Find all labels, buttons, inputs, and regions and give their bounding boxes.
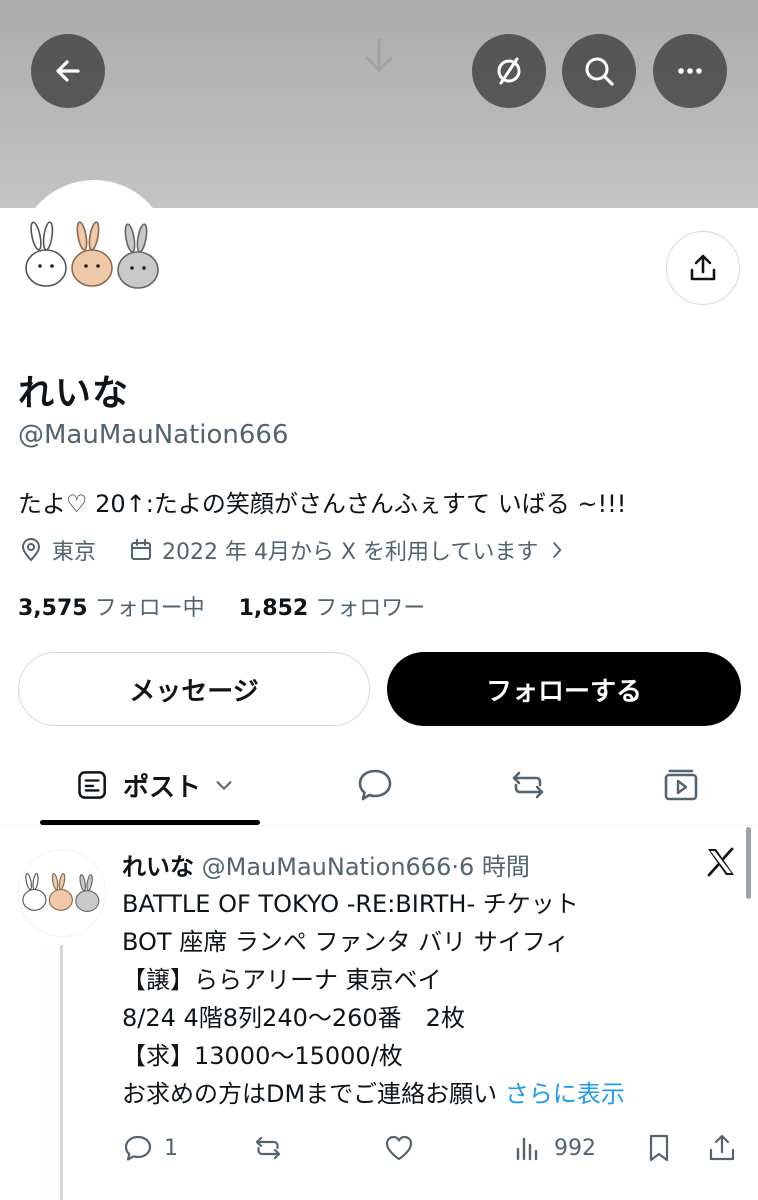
posts-tab-icon (78, 771, 106, 799)
video-media-icon (664, 769, 698, 801)
profile-bio: たよ♡ 20↑:たよの笑顔がさんさんふぇすて いばる ~!!! (18, 490, 627, 518)
following-label: フォロー中 (94, 596, 205, 621)
search-icon (585, 57, 614, 86)
views-button[interactable]: 992 (512, 1123, 596, 1173)
post-line: BATTLE OF TOKYO -RE:BIRTH- チケット (122, 890, 579, 918)
post-line: 【求】13000〜15000/枚 (122, 1042, 403, 1070)
post-header: れいな @MauMauNation666·6 時間 (122, 847, 530, 882)
location-pin-icon (21, 538, 41, 562)
post-author-name[interactable]: れいな (122, 853, 194, 881)
bookmark-icon (649, 1134, 669, 1162)
analytics-icon (516, 1137, 538, 1161)
post-line: BOT 座席 ランペ ファンタ バリ サイフィ (122, 928, 570, 956)
profile-meta: 東京 2022 年 4月から X を利用しています (18, 534, 568, 566)
tab-posts-label: ポスト (122, 772, 201, 803)
post-line: お求めの方はDMまでご連絡お願い (122, 1080, 498, 1108)
tab-replies[interactable] (345, 746, 405, 824)
profile-avatar[interactable] (18, 180, 170, 332)
post-card[interactable]: れいな @MauMauNation666·6 時間 BATTLE OF TOKY… (0, 827, 758, 1200)
more-horizontal-icon (678, 68, 702, 74)
profile-banner (0, 0, 758, 208)
mute-button[interactable] (472, 34, 546, 108)
tab-media[interactable] (651, 746, 711, 824)
x-logo-icon (707, 847, 734, 877)
post-line: 8/24 4階8列240〜260番 2枚 (122, 1004, 465, 1032)
following-link[interactable]: 3,575 フォロー中 (18, 596, 205, 621)
active-tab-indicator (40, 820, 260, 825)
post-author-handle[interactable]: @MauMauNation666 (202, 853, 452, 881)
profile-display-name: れいな (18, 373, 130, 414)
bookmark-button[interactable] (643, 1123, 675, 1173)
reply-button[interactable]: 1 (122, 1123, 178, 1173)
profile-handle: @MauMauNation666 (18, 420, 289, 450)
search-button[interactable] (562, 34, 636, 108)
chevron-right-icon[interactable] (548, 540, 568, 560)
slashed-circle-icon (497, 57, 521, 85)
scrollbar[interactable] (746, 827, 751, 899)
share-icon (709, 1134, 735, 1161)
show-more-link[interactable]: さらに表示 (505, 1080, 625, 1108)
post-author-avatar[interactable] (18, 849, 106, 937)
post-line: 【譲】ららアリーナ 東京ベイ (122, 966, 442, 994)
reply-icon (124, 1135, 152, 1161)
profile-location: 東京 (52, 540, 97, 565)
bunnies-avatar-image (22, 872, 100, 912)
follow-counts: 3,575 フォロー中 1,852 フォロワー (18, 590, 425, 622)
more-button[interactable] (653, 34, 727, 108)
post-line-last: お求めの方はDMまでご連絡お願い さらに表示 (122, 1075, 742, 1113)
post-actions: 1 992 (0, 1123, 758, 1173)
follow-button[interactable]: フォローする (387, 652, 741, 726)
back-button[interactable] (31, 34, 105, 108)
like-button[interactable] (383, 1123, 415, 1173)
profile-joined-date[interactable]: 2022 年 4月から X を利用しています (162, 534, 538, 566)
chevron-down-icon[interactable] (213, 774, 235, 796)
repost-icon (512, 771, 544, 799)
heart-icon (385, 1135, 413, 1161)
followers-label: フォロワー (315, 596, 426, 621)
share-icon (690, 254, 716, 281)
post-separator: · (451, 853, 459, 881)
bunnies-avatar-image (25, 221, 159, 289)
share-post-button[interactable] (706, 1123, 738, 1173)
following-count: 3,575 (18, 596, 88, 621)
view-count: 992 (554, 1135, 596, 1161)
profile-tabs: ポスト (0, 746, 758, 826)
followers-link[interactable]: 1,852 フォロワー (239, 596, 426, 621)
arrow-left-icon (56, 60, 80, 82)
post-timestamp[interactable]: 6 時間 (459, 853, 530, 881)
message-button[interactable]: メッセージ (18, 652, 370, 726)
tab-reposts[interactable] (498, 746, 558, 824)
post-text: BATTLE OF TOKYO -RE:BIRTH- チケット BOT 座席 ラ… (122, 885, 742, 1113)
reply-bubble-icon (358, 769, 392, 801)
pull-to-refresh-arrow-icon (365, 38, 393, 72)
repost-icon (255, 1136, 281, 1160)
reply-count: 1 (164, 1135, 178, 1161)
calendar-icon (131, 539, 152, 560)
repost-button[interactable] (252, 1123, 284, 1173)
share-profile-button[interactable] (666, 231, 740, 305)
followers-count: 1,852 (238, 596, 309, 621)
tab-posts[interactable]: ポスト (60, 746, 250, 824)
